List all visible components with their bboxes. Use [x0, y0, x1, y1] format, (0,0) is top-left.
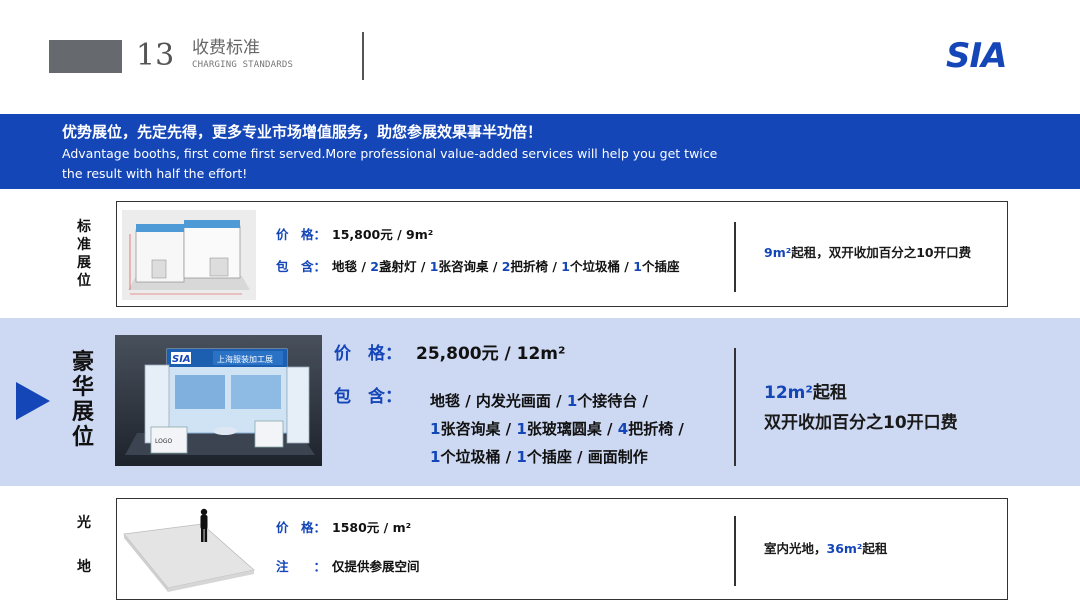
deluxe-booth-sign: 上海服装加工展 [217, 354, 273, 364]
deluxe-include-line2-part: 张玻璃圆桌 / [526, 420, 618, 438]
raw-note-row: 注 ： 仅提供参展空间 [276, 559, 420, 575]
deluxe-booth-image: 上海服装加工展 SIA LOGO [115, 335, 322, 466]
raw-side-note: 室内光地，36m²起租 [764, 541, 888, 556]
deluxe-price-row: 价 格： 25,800元 / 12m² [334, 343, 565, 365]
raw-divider [734, 516, 736, 586]
logo-box-text: LOGO [155, 438, 173, 445]
standard-include-row: 包 含： 地毯 / 2盏射灯 / 1张咨询桌 / 2把折椅 / 1个垃圾桶 / 1… [276, 259, 679, 275]
standard-note: 9m²起租，双开收加百分之10开口费 [764, 245, 971, 261]
raw-price-row: 价 格： 1580元 / m² [276, 520, 411, 536]
booth-sia-logo: SIA [172, 354, 191, 365]
banner-english-text: Advantage booths, first come first serve… [62, 144, 762, 184]
deluxe-include-line3-part: 个插座 / 画面制作 [526, 448, 648, 466]
standard-note-area: 9m² [764, 245, 792, 260]
deluxe-include-line2: 1张咨询桌 / 1张玻璃圆桌 / 4把折椅 / [430, 415, 684, 443]
raw-note-label: 注 ： [276, 559, 327, 574]
standard-include-part: 盏射灯 / [379, 259, 430, 274]
deluxe-note-line2: 双开收加百分之10开口费 [764, 413, 958, 433]
deluxe-include-line3-part: 1 [516, 448, 527, 466]
deluxe-include-line1: 地毯 / 内发光画面 / 1个接待台 / [430, 387, 684, 415]
deluxe-price-label: 价 格： [334, 344, 402, 364]
deluxe-include-value: 地毯 / 内发光画面 / 1个接待台 / 1张咨询桌 / 1张玻璃圆桌 / 4把… [430, 387, 684, 471]
deluxe-note-area: 12m² [764, 383, 813, 403]
standard-booth-illustration [122, 210, 256, 300]
standard-include-label: 包 含： [276, 259, 327, 274]
sia-logo-text: SIA [946, 36, 1006, 74]
page-title: 收费标准 [192, 38, 260, 58]
standard-divider [734, 222, 736, 292]
deluxe-booth-illustration: 上海服装加工展 SIA LOGO [115, 335, 322, 466]
deluxe-include-label: 包 含： [334, 387, 402, 407]
standard-include-part: 1 [561, 259, 570, 274]
deluxe-include-line1-part: 个接待台 / [577, 392, 648, 410]
deluxe-note-line1: 12m²起租 [764, 383, 847, 403]
header-divider [362, 32, 364, 80]
deluxe-booth-label: 豪 华 展 位 [71, 350, 94, 450]
deluxe-include-line2-part: 1 [516, 420, 527, 438]
standard-include-part: 个插座 [641, 259, 680, 274]
deluxe-include-line2-part: 把折椅 / [628, 420, 684, 438]
raw-note-value: 仅提供参展空间 [332, 559, 420, 574]
banner-english-line2: the result with half the effort! [62, 166, 248, 181]
deluxe-include-line2-part: 4 [617, 420, 629, 438]
banner-english-line1: Advantage booths, first come first serve… [62, 146, 718, 161]
standard-include-part: 2 [370, 259, 379, 274]
standard-booth-image [122, 210, 256, 300]
standard-include-part: 1 [633, 259, 642, 274]
page-number: 13 [136, 38, 175, 73]
standard-price-label: 价 格： [276, 227, 327, 242]
raw-space-illustration [123, 508, 255, 592]
standard-include-part: 个垃圾桶 / [569, 259, 634, 274]
raw-price-label: 价 格： [276, 520, 327, 535]
standard-include-part: 把折椅 / [510, 259, 562, 274]
deluxe-include-line3: 1个垃圾桶 / 1个插座 / 画面制作 [430, 443, 684, 471]
deluxe-include-line1-part: 地毯 / 内发光画面 / [430, 392, 567, 410]
deluxe-include-line3-part: 个垃圾桶 / [440, 448, 517, 466]
standard-price-row: 价 格： 15,800元 / 9m² [276, 227, 433, 243]
standard-include-value: 地毯 / 2盏射灯 / 1张咨询桌 / 2把折椅 / 1个垃圾桶 / 1个插座 [332, 259, 679, 274]
page-subtitle: CHARGING STANDARDS [192, 60, 294, 70]
raw-price-value: 1580元 / m² [332, 520, 412, 535]
deluxe-include-line2-part: 1 [430, 420, 441, 438]
deluxe-price-value: 25,800元 / 12m² [416, 344, 566, 364]
raw-space-label: 光 地 [77, 515, 91, 575]
standard-booth-label: 标 准 展 位 [77, 219, 91, 289]
standard-price-value: 15,800元 / 9m² [332, 227, 434, 242]
raw-space-image [122, 504, 256, 596]
deluxe-note: 12m²起租 双开收加百分之10开口费 [764, 378, 958, 438]
standard-include-part: 地毯 / [332, 259, 371, 274]
deluxe-include-line1-part: 1 [566, 392, 578, 410]
triangle-pointer-icon [16, 382, 50, 420]
header-accent-block [49, 40, 122, 73]
deluxe-divider [734, 348, 736, 466]
standard-note-text: 起租，双开收加百分之10开口费 [791, 245, 972, 260]
banner-chinese-text: 优势展位，先定先得，更多专业市场增值服务，助您参展效果事半功倍！ [62, 123, 543, 141]
standard-include-part: 张咨询桌 / [438, 259, 502, 274]
deluxe-include-line2-part: 张咨询桌 / [440, 420, 517, 438]
deluxe-include-line3-part: 1 [430, 448, 441, 466]
sia-logo: SIA [946, 36, 1007, 74]
